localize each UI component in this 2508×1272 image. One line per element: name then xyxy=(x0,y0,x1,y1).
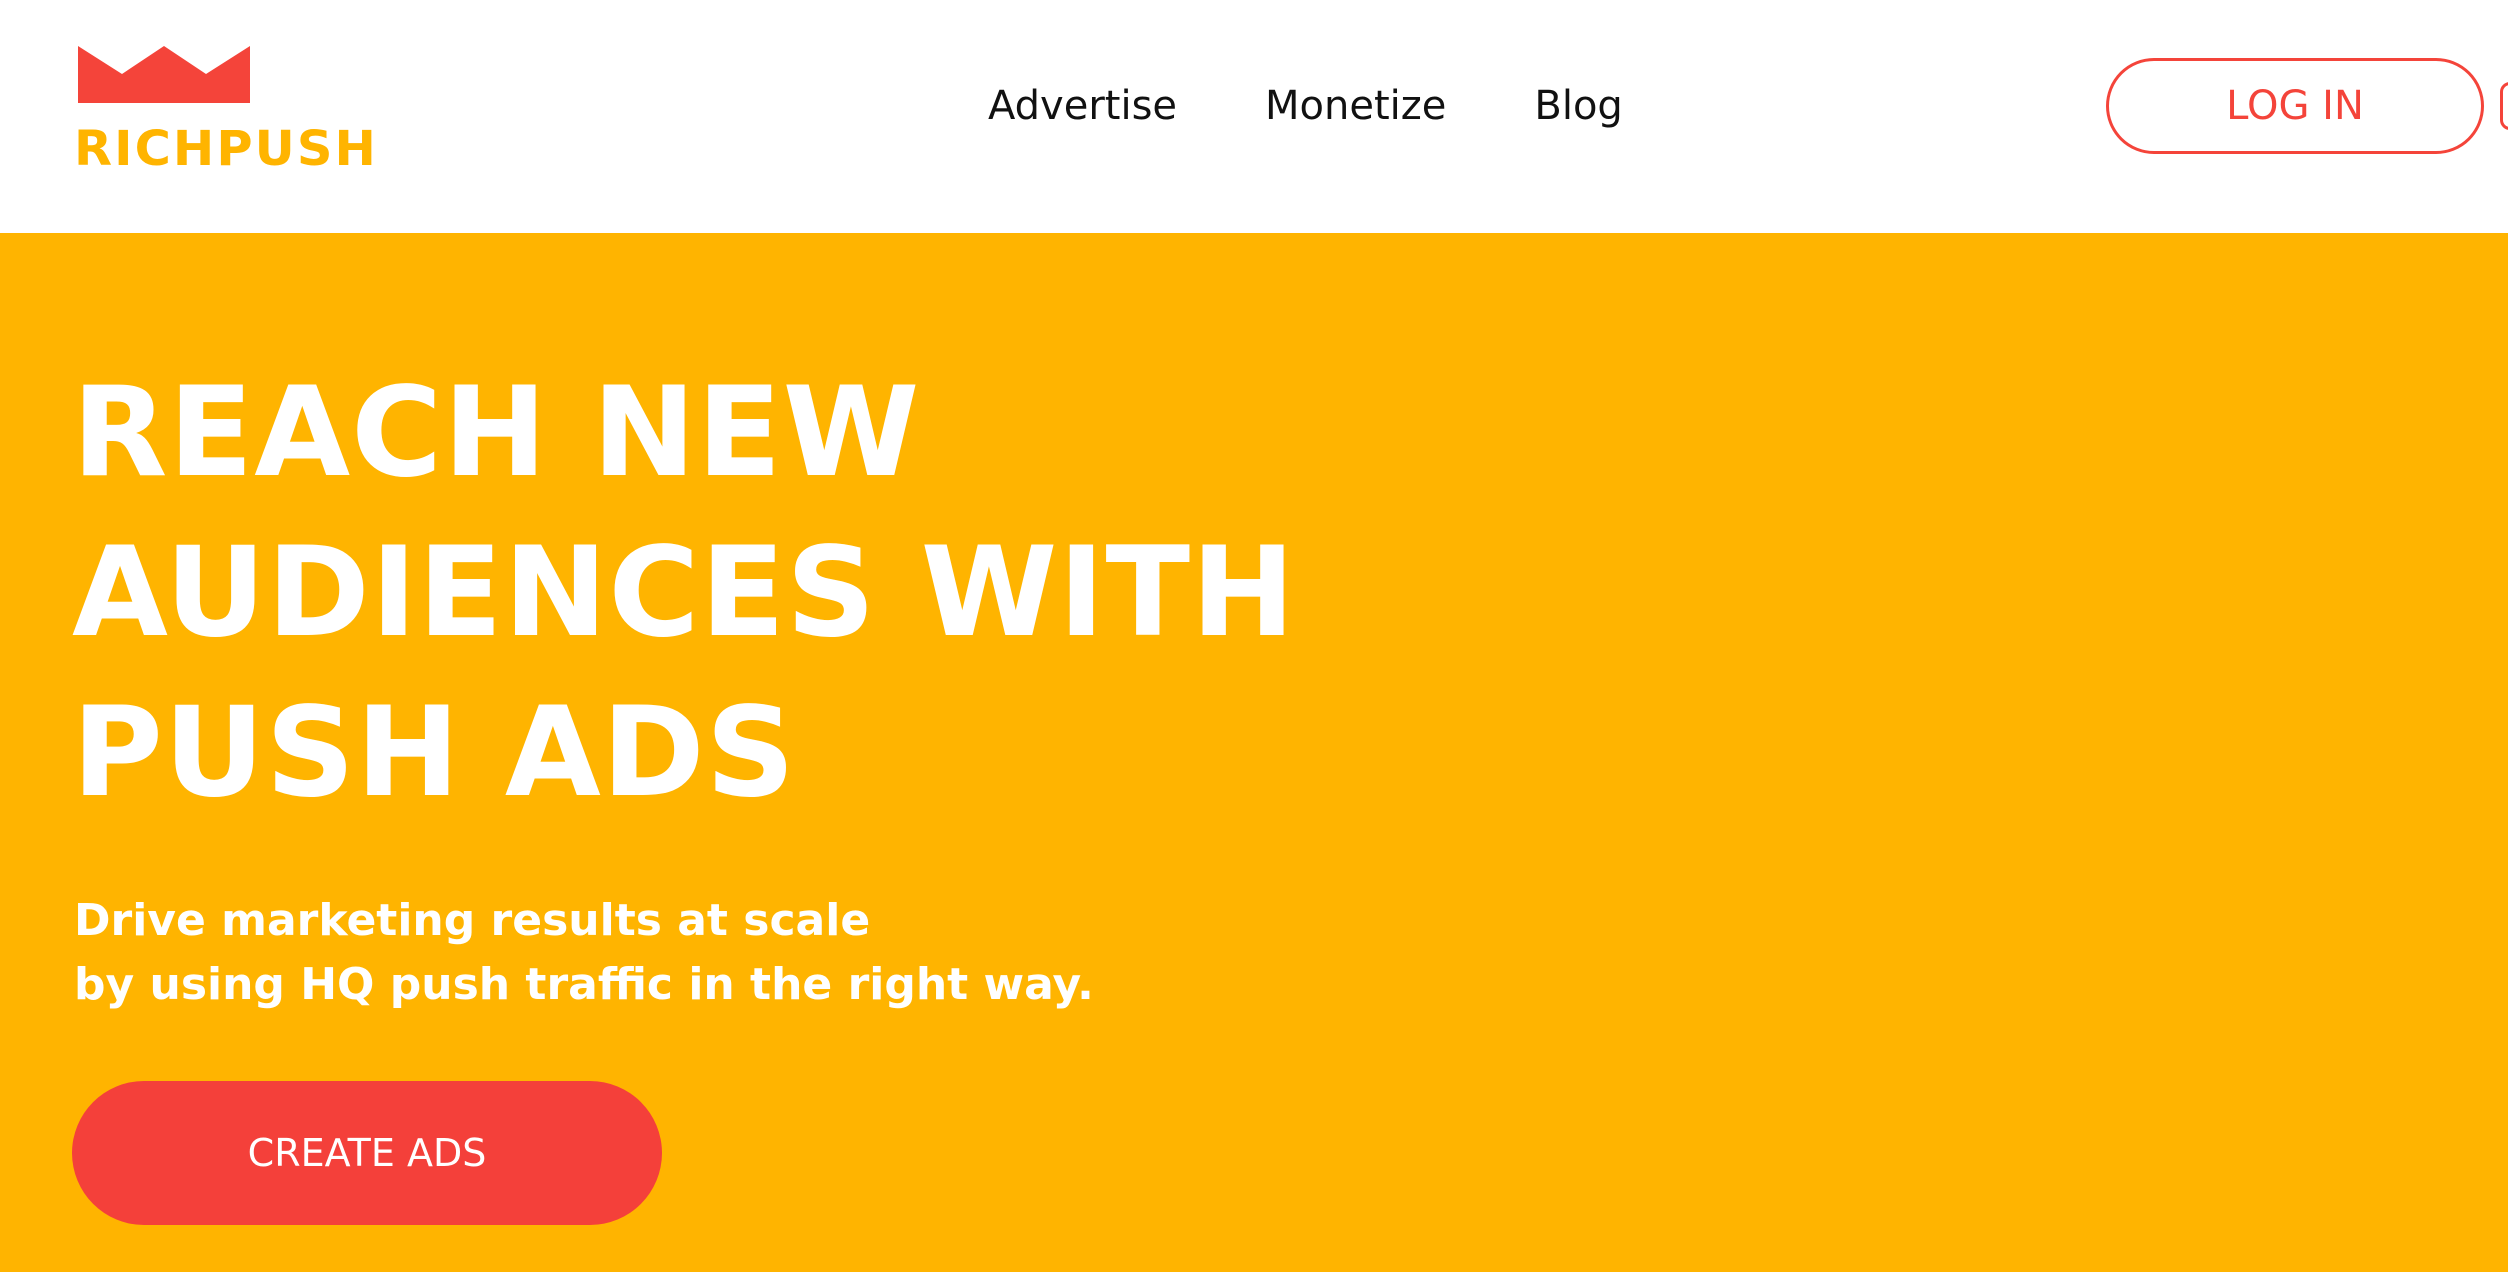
nav-link-blog[interactable]: Blog xyxy=(1534,83,1622,129)
hero-title: REACH NEW AUDIENCES WITH PUSH ADS xyxy=(72,353,1296,833)
nav-link-advertise[interactable]: Advertise xyxy=(988,83,1177,129)
hero-title-line: PUSH ADS xyxy=(72,681,797,825)
richpush-logo[interactable]: RICHPUSH xyxy=(74,46,454,174)
site-header: RICHPUSH Advertise Monetize Blog LOG IN xyxy=(0,0,2508,233)
login-button[interactable]: LOG IN xyxy=(2106,58,2484,154)
hero-subtitle-line: by using HQ push traffic in the right wa… xyxy=(74,959,1094,1010)
main-nav: Advertise Monetize Blog xyxy=(988,74,1623,138)
hero-title-line: AUDIENCES WITH xyxy=(72,521,1296,665)
language-selector-edge[interactable] xyxy=(2500,82,2508,130)
create-ads-button[interactable]: CREATE ADS xyxy=(72,1081,662,1225)
hero-subtitle-line: Drive marketing results at scale xyxy=(74,895,871,946)
hero-subtitle: Drive marketing results at scale by usin… xyxy=(74,889,1094,1017)
hero-title-line: REACH NEW xyxy=(72,361,921,505)
logo-wordmark: RICHPUSH xyxy=(74,121,378,177)
crown-icon xyxy=(78,46,250,103)
hero-section: REACH NEW AUDIENCES WITH PUSH ADS Drive … xyxy=(0,233,2508,1272)
nav-link-monetize[interactable]: Monetize xyxy=(1265,83,1446,129)
